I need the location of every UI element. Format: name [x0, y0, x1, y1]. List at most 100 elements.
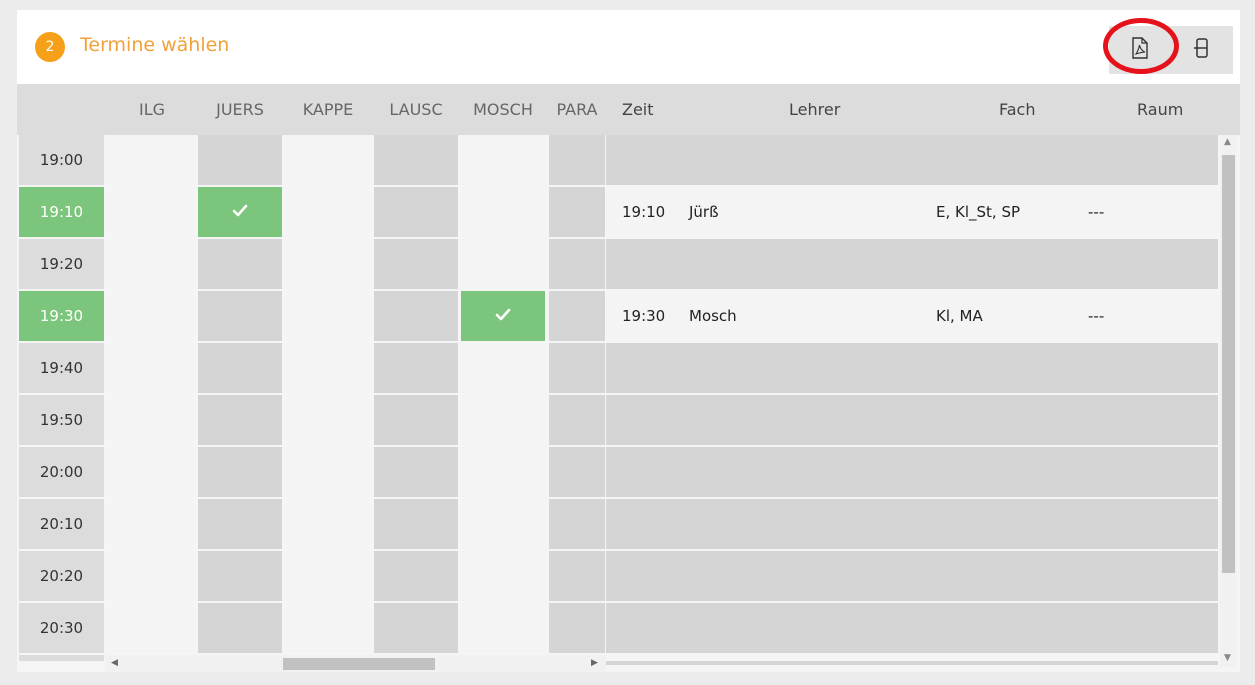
time-slot-cell[interactable] — [549, 239, 605, 289]
appointment-row[interactable] — [606, 447, 1218, 497]
time-slot-cell[interactable] — [549, 187, 605, 237]
time-slot-cell[interactable] — [374, 395, 458, 445]
time-slot-cell[interactable] — [110, 551, 194, 601]
teacher-column-kappe[interactable]: KAPPE — [285, 84, 371, 135]
scroll-down-arrow-icon[interactable]: ▼ — [1224, 653, 1231, 663]
time-slot-cell[interactable] — [198, 343, 282, 393]
horizontal-scrollbar[interactable]: ◀ ▶ — [105, 655, 606, 672]
time-slot-cell[interactable] — [374, 603, 458, 653]
time-slot-cell[interactable] — [549, 551, 605, 601]
cell-fach: Kl, MA — [936, 307, 983, 325]
time-slot-cell[interactable] — [461, 551, 545, 601]
teacher-column-juers[interactable]: JUERS — [197, 84, 283, 135]
time-slot-cell[interactable] — [461, 603, 545, 653]
time-slot-cell[interactable] — [374, 447, 458, 497]
time-slot-cell[interactable] — [461, 239, 545, 289]
time-slot-cell[interactable] — [286, 343, 370, 393]
time-slot-cell[interactable] — [461, 447, 545, 497]
time-slot-cell[interactable] — [110, 343, 194, 393]
time-slot-cell[interactable] — [198, 447, 282, 497]
time-slot-cell[interactable] — [374, 291, 458, 341]
time-slot-cell[interactable] — [549, 291, 605, 341]
horizontal-scroll-thumb[interactable] — [283, 658, 435, 670]
time-slot-cell[interactable] — [110, 291, 194, 341]
time-slot-cell[interactable] — [374, 551, 458, 601]
time-slot-cell[interactable] — [286, 187, 370, 237]
time-slot-cell[interactable] — [198, 291, 282, 341]
time-slot-cell[interactable] — [549, 395, 605, 445]
time-slot-cell[interactable] — [198, 395, 282, 445]
header-zeit: Zeit — [622, 100, 654, 119]
appointment-panel: 2 Termine wählen ILG JUERS KAPPE LAUSC M… — [17, 10, 1240, 672]
time-slot-cell[interactable] — [286, 447, 370, 497]
panel-title: Termine wählen — [80, 34, 230, 56]
time-slot-cell[interactable] — [374, 239, 458, 289]
time-slot-cell[interactable] — [286, 395, 370, 445]
time-slot-cell[interactable] — [286, 603, 370, 653]
appointment-row[interactable]: 19:10 Jürß E, Kl_St, SP --- — [606, 187, 1218, 237]
time-slot-cell[interactable] — [461, 135, 545, 185]
time-slot-cell[interactable] — [198, 603, 282, 653]
time-slot-cell[interactable] — [286, 239, 370, 289]
time-slot-cell[interactable] — [549, 135, 605, 185]
time-slot-cell[interactable] — [549, 343, 605, 393]
vertical-scrollbar[interactable]: ▲ ▼ — [1220, 135, 1237, 667]
teacher-column-mosch[interactable]: MOSCH — [460, 84, 546, 135]
time-slot-cell[interactable] — [198, 499, 282, 549]
time-slot-cell[interactable] — [549, 447, 605, 497]
time-slot-cell[interactable] — [374, 135, 458, 185]
time-slot-cell[interactable] — [110, 239, 194, 289]
time-slot-cell[interactable] — [110, 603, 194, 653]
time-label: 20:30 — [19, 603, 104, 653]
appointment-row[interactable]: 19:30 Mosch Kl, MA --- — [606, 291, 1218, 341]
scroll-right-arrow-icon[interactable]: ▶ — [591, 658, 598, 668]
time-slot-cell[interactable] — [198, 239, 282, 289]
time-slot-cell[interactable] — [286, 551, 370, 601]
time-slot-cell[interactable] — [110, 135, 194, 185]
appointment-row[interactable] — [606, 135, 1218, 185]
scroll-up-arrow-icon[interactable]: ▲ — [1224, 137, 1231, 147]
time-slot-cell[interactable] — [110, 187, 194, 237]
time-slot-cell[interactable] — [461, 499, 545, 549]
appointment-row[interactable] — [606, 603, 1218, 653]
panel-header: 2 Termine wählen — [17, 10, 1240, 84]
layout-toggle-button[interactable] — [1171, 26, 1233, 74]
time-slot-cell[interactable] — [374, 187, 458, 237]
appointment-row[interactable] — [606, 551, 1218, 601]
time-slot-cell[interactable] — [110, 447, 194, 497]
time-slot-cell[interactable] — [286, 499, 370, 549]
pdf-export-button[interactable] — [1109, 26, 1171, 74]
appointment-row[interactable] — [606, 499, 1218, 549]
teacher-column-para[interactable]: PARA — [548, 84, 606, 135]
time-slot-cell[interactable] — [198, 551, 282, 601]
cell-raum: --- — [1088, 307, 1105, 325]
booked-slot[interactable] — [461, 291, 545, 341]
time-slot-cell[interactable] — [110, 499, 194, 549]
time-slot-cell[interactable] — [286, 135, 370, 185]
time-slot-cell[interactable] — [461, 187, 545, 237]
scroll-left-arrow-icon[interactable]: ◀ — [111, 658, 118, 668]
step-badge: 2 — [35, 32, 65, 62]
time-slot-cell[interactable] — [461, 395, 545, 445]
time-slot-cell[interactable] — [286, 291, 370, 341]
time-slot-cell[interactable] — [198, 135, 282, 185]
teacher-column-lausc[interactable]: LAUSC — [373, 84, 459, 135]
time-slot-cell[interactable] — [374, 499, 458, 549]
appointment-row[interactable] — [606, 395, 1218, 445]
teacher-column-ilg[interactable]: ILG — [109, 84, 195, 135]
checkmark-icon — [495, 307, 511, 326]
time-label: 19:40 — [19, 343, 104, 393]
booked-slot[interactable] — [198, 187, 282, 237]
time-slot-cell[interactable] — [110, 395, 194, 445]
appointments-table-header: Zeit Lehrer Fach Raum — [606, 84, 1240, 135]
time-slot-cell[interactable] — [374, 343, 458, 393]
appointment-row[interactable] — [606, 343, 1218, 393]
time-slot-cell[interactable] — [549, 603, 605, 653]
header-button-group — [1109, 26, 1233, 74]
cell-zeit: 19:10 — [622, 203, 666, 221]
appointment-row[interactable] — [606, 239, 1218, 289]
time-slot-cell[interactable] — [549, 499, 605, 549]
vertical-scroll-thumb[interactable] — [1222, 155, 1235, 573]
grid-corner — [19, 655, 104, 661]
time-slot-cell[interactable] — [461, 343, 545, 393]
